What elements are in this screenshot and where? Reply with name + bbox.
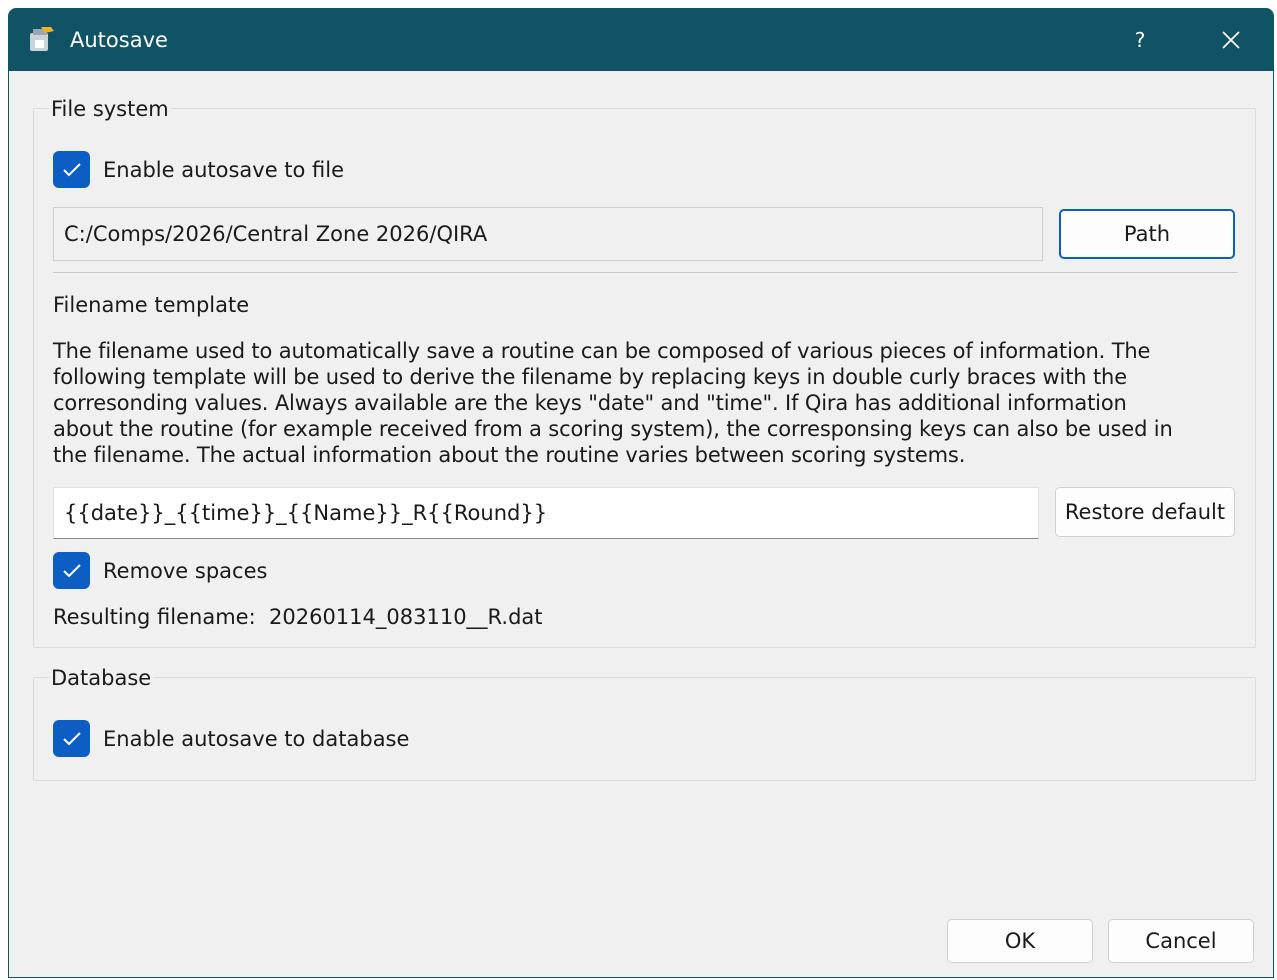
- cancel-label: Cancel: [1145, 929, 1217, 953]
- remove-spaces-label: Remove spaces: [103, 559, 268, 583]
- help-button[interactable]: ?: [1109, 20, 1171, 60]
- app-icon: [29, 25, 55, 53]
- cancel-button[interactable]: Cancel: [1108, 919, 1254, 963]
- description-line: about the routine (for example received …: [53, 417, 1173, 441]
- enable-database-autosave-label: Enable autosave to database: [103, 727, 410, 751]
- check-icon: [63, 732, 81, 746]
- path-button-label: Path: [1123, 222, 1171, 246]
- autosave-dialog: Autosave ? File system Enable autosave t…: [8, 8, 1274, 978]
- enable-file-autosave-label: Enable autosave to file: [103, 158, 345, 182]
- close-button[interactable]: [1201, 20, 1261, 60]
- enable-file-autosave-checkbox[interactable]: [53, 151, 90, 188]
- path-button[interactable]: Path: [1059, 209, 1235, 259]
- description-line: The filename used to automatically save …: [53, 339, 1151, 363]
- database-legend: Database: [49, 665, 154, 691]
- restore-default-label: Restore default: [1064, 500, 1226, 524]
- resulting-filename-value: 20260114_083110__R.dat: [269, 605, 543, 629]
- close-icon: [1222, 31, 1240, 49]
- file-system-legend: File system: [49, 96, 171, 122]
- template-description: The filename used to automatically save …: [53, 338, 1173, 468]
- remove-spaces-checkbox[interactable]: [53, 552, 90, 589]
- description-line: corresonding values. Always available ar…: [53, 391, 1127, 415]
- check-icon: [63, 163, 81, 177]
- check-icon: [63, 564, 81, 578]
- ok-button[interactable]: OK: [947, 919, 1093, 963]
- filename-template-input[interactable]: [53, 487, 1039, 539]
- section-divider: [53, 272, 1238, 273]
- ok-label: OK: [1004, 929, 1036, 953]
- window-title: Autosave: [70, 28, 168, 52]
- description-line: the filename. The actual information abo…: [53, 443, 966, 467]
- title-bar: Autosave ?: [9, 8, 1273, 71]
- path-field[interactable]: [53, 207, 1043, 261]
- restore-default-button[interactable]: Restore default: [1055, 487, 1235, 537]
- filename-template-heading: Filename template: [53, 293, 250, 317]
- resulting-filename-label: Resulting filename:: [53, 605, 256, 629]
- help-icon: ?: [1134, 28, 1146, 52]
- enable-database-autosave-checkbox[interactable]: [53, 720, 90, 757]
- description-line: following template will be used to deriv…: [53, 365, 1127, 389]
